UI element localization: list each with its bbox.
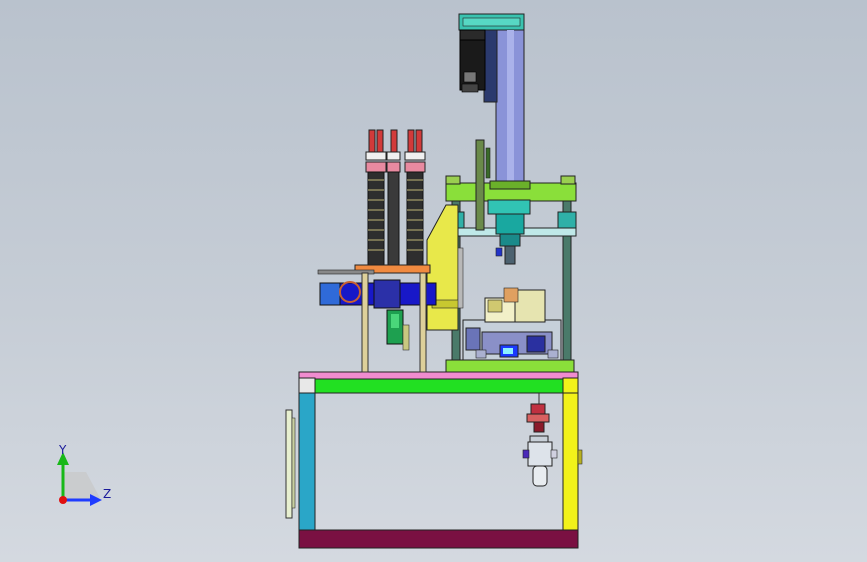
triad-origin <box>59 496 67 504</box>
cad-viewport[interactable]: Y Z <box>0 0 867 562</box>
triad-y-label: Y <box>58 443 67 457</box>
frame-base <box>298 529 579 549</box>
air-filter-regulator <box>522 393 558 487</box>
frame-leg-right <box>562 377 579 531</box>
machine-assembly-drawing: Y Z <box>57 13 583 549</box>
orientation-triad: Y Z <box>57 443 111 506</box>
side-door-panel <box>285 409 293 519</box>
triad-z-label: Z <box>103 487 111 501</box>
frame-top-beam <box>313 377 564 394</box>
frame-leg-left <box>298 377 316 531</box>
press-column <box>458 13 525 186</box>
frame-top-plate <box>298 371 579 380</box>
spring-assembly <box>317 129 437 373</box>
